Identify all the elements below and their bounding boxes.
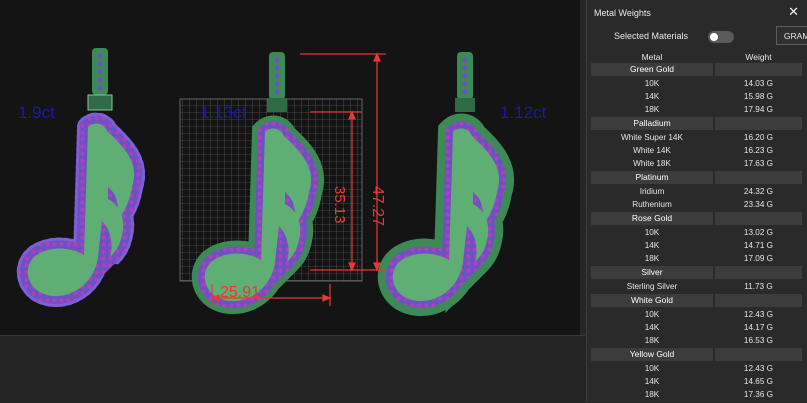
dimension-width-label: 25.91 bbox=[220, 284, 260, 301]
metal-weights-panel: Metal Weights ✕ Selected Materials GRAMS… bbox=[586, 0, 807, 402]
metal-group-weight-cell bbox=[715, 294, 802, 307]
metal-name: 18K bbox=[644, 105, 660, 114]
table-row: 10K 12.43 G bbox=[591, 362, 802, 375]
metal-weight: 13.02 G bbox=[743, 228, 774, 237]
metal-name: 10K bbox=[644, 79, 660, 88]
units-button[interactable]: GRAMS bbox=[776, 26, 807, 45]
metal-group-header: Platinum bbox=[591, 170, 802, 185]
table-row: White Super 14K 16.20 G bbox=[591, 131, 802, 144]
metal-name: 18K bbox=[644, 254, 660, 263]
metal-group-weight-cell bbox=[715, 117, 802, 130]
metal-group-name: Green Gold bbox=[591, 63, 713, 76]
metal-name: Iridium bbox=[639, 187, 665, 196]
metal-group-header: Palladium bbox=[591, 116, 802, 131]
metal-name: White 18K bbox=[633, 159, 671, 168]
metal-group-header: White Gold bbox=[591, 293, 802, 308]
metal-name: Ruthenium bbox=[632, 200, 672, 209]
column-header-metal: Metal bbox=[641, 52, 663, 62]
table-row: Ruthenium 23.34 G bbox=[591, 198, 802, 211]
metal-group-name: Yellow Gold bbox=[591, 348, 713, 361]
carat-label-left: 1.9ct bbox=[18, 103, 55, 122]
metal-weight: 14.03 G bbox=[743, 79, 774, 88]
column-header-weight: Weight bbox=[745, 52, 772, 62]
metal-weight: 16.20 G bbox=[743, 133, 774, 142]
table-row: 14K 14.65 G bbox=[591, 375, 802, 388]
close-icon[interactable]: ✕ bbox=[788, 4, 799, 20]
metal-weight: 11.73 G bbox=[744, 282, 773, 291]
metal-weight: 16.23 G bbox=[743, 146, 774, 155]
metal-group-header: Green Gold bbox=[591, 62, 802, 77]
table-row: 10K 12.43 G bbox=[591, 308, 802, 321]
selected-materials-toggle[interactable] bbox=[708, 31, 734, 43]
pendant-left[interactable] bbox=[28, 48, 134, 296]
3d-viewport[interactable]: 1.9ct 1.13ct 1.12ct 25.91 47.27 35.13 bbox=[0, 0, 580, 335]
selected-materials-label: Selected Materials bbox=[614, 31, 689, 41]
metal-name: 14K bbox=[644, 241, 660, 250]
metal-weight: 14.65 G bbox=[743, 377, 774, 386]
metal-weight: 12.43 G bbox=[743, 310, 774, 319]
metal-weight: 14.17 G bbox=[743, 323, 774, 332]
pendant-right[interactable] bbox=[393, 52, 499, 301]
table-row: 14K 14.17 G bbox=[591, 321, 802, 334]
metal-group-header: Silver bbox=[591, 265, 802, 280]
metal-group-name: Platinum bbox=[591, 171, 713, 184]
metal-group-name: White Gold bbox=[591, 294, 713, 307]
dimension-inner-height-label: 35.13 bbox=[331, 186, 348, 224]
dimension-height-label: 47.27 bbox=[369, 186, 386, 226]
metal-weight: 24.32 G bbox=[743, 187, 774, 196]
metal-weight: 17.36 G bbox=[743, 390, 774, 399]
table-row: Sterling Silver 11.73 G bbox=[591, 280, 802, 293]
metal-group-header: Yellow Gold bbox=[591, 347, 802, 362]
metal-group-name: Palladium bbox=[591, 117, 713, 130]
metal-weight: 12.43 G bbox=[743, 364, 774, 373]
toggle-knob bbox=[710, 33, 718, 41]
table-row: 18K 17.94 G bbox=[591, 103, 802, 116]
metal-weight: 23.34 G bbox=[743, 200, 774, 209]
metal-weight: 17.94 G bbox=[743, 105, 774, 114]
table-row: 18K 17.09 G bbox=[591, 252, 802, 265]
metal-name: White Super 14K bbox=[621, 133, 683, 142]
table-row: 18K 17.36 G bbox=[591, 388, 802, 401]
table-row: 10K 14.03 G bbox=[591, 77, 802, 90]
carat-label-center: 1.13ct bbox=[200, 103, 247, 122]
metal-name: Sterling Silver bbox=[626, 282, 678, 291]
metal-name: 10K bbox=[644, 364, 660, 373]
table-row: 14K 15.98 G bbox=[591, 90, 802, 103]
table-row: Iridium 24.32 G bbox=[591, 185, 802, 198]
metal-weight: 15.98 G bbox=[743, 92, 774, 101]
metal-name: 14K bbox=[644, 92, 660, 101]
table-row: 18K 16.53 G bbox=[591, 334, 802, 347]
metal-weight: 17.09 G bbox=[743, 254, 774, 263]
lower-pane bbox=[0, 335, 585, 403]
metal-group-weight-cell bbox=[715, 348, 802, 361]
table-row: White 18K 17.63 G bbox=[591, 157, 802, 170]
metal-group-weight-cell bbox=[715, 266, 802, 279]
metal-weight: 17.63 G bbox=[743, 159, 774, 168]
metal-weight: 14.71 G bbox=[743, 241, 774, 250]
metal-name: 10K bbox=[644, 228, 660, 237]
metal-group-weight-cell bbox=[715, 63, 802, 76]
metal-name: 18K bbox=[644, 390, 660, 399]
table-header: Metal Weight bbox=[591, 52, 802, 62]
metal-weight: 16.53 G bbox=[743, 336, 774, 345]
metal-group-name: Rose Gold bbox=[591, 212, 713, 225]
metal-group-header: Rose Gold bbox=[591, 211, 802, 226]
metal-name: 18K bbox=[644, 336, 660, 345]
table-row: 14K 14.71 G bbox=[591, 239, 802, 252]
metal-name: 14K bbox=[644, 323, 660, 332]
table-row: 10K 13.02 G bbox=[591, 226, 802, 239]
metal-group-weight-cell bbox=[715, 212, 802, 225]
panel-title: Metal Weights bbox=[594, 8, 651, 18]
table-row: White 14K 16.23 G bbox=[591, 144, 802, 157]
metal-name: White 14K bbox=[633, 146, 671, 155]
carat-label-right: 1.12ct bbox=[500, 103, 547, 122]
metal-name: 14K bbox=[644, 377, 660, 386]
metal-group-name: Silver bbox=[591, 266, 713, 279]
viewport-canvas[interactable]: 1.9ct 1.13ct 1.12ct 25.91 47.27 35.13 bbox=[0, 0, 580, 335]
metal-group-weight-cell bbox=[715, 171, 802, 184]
metal-weights-table: Green Gold 10K 14.03 G 14K 15.98 G 18K 17.94 G… bbox=[591, 62, 802, 401]
metal-name: 10K bbox=[644, 310, 660, 319]
